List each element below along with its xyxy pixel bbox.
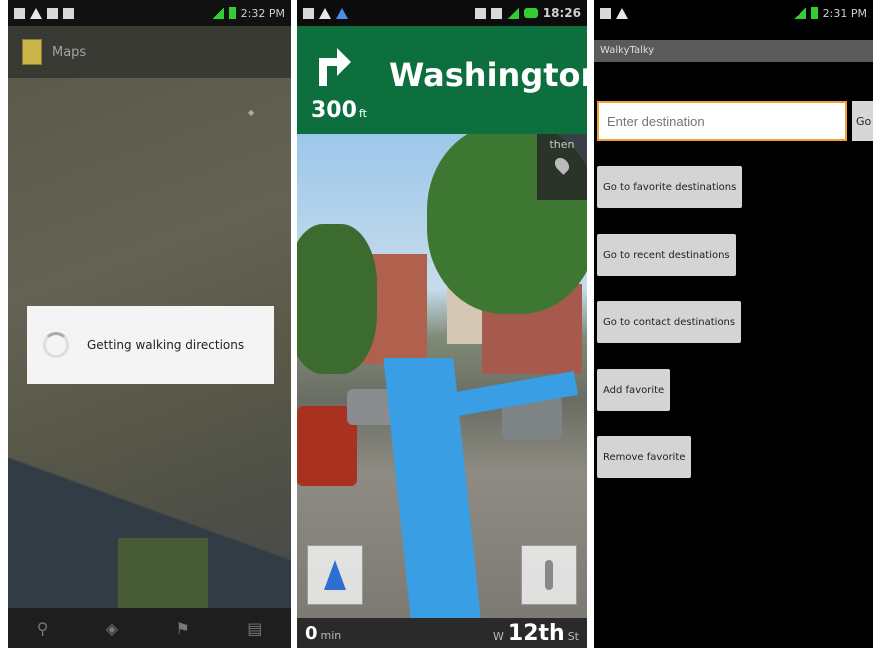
then-indicator: then [537,134,587,200]
directions-icon[interactable]: ◈ [106,619,118,638]
my-location-button[interactable] [307,545,363,605]
go-button[interactable]: Go [852,101,873,141]
remove-favorite-button[interactable]: Remove favorite [597,436,692,478]
warning-icon [30,7,42,19]
signal-icon [506,7,519,19]
turn-right-icon [319,48,351,86]
status-bar: 18:26 [297,0,587,26]
status-bar: 2:31 PM [594,0,873,26]
image-icon [303,7,314,19]
progress-message: Getting walking directions [87,338,245,352]
contact-destinations-button[interactable]: Go to contact destinations [597,301,742,343]
status-bar: 2:32 PM [8,0,291,26]
progress-dialog: Getting walking directions [27,306,274,384]
signal-icon [211,7,224,19]
status-time: 18:26 [542,6,581,20]
recent-destinations-button[interactable]: Go to recent destinations [597,234,736,276]
notification-icon [14,7,25,19]
places-icon[interactable]: ⚑ [175,619,189,638]
bluetooth-icon [474,7,486,19]
add-favorite-button[interactable]: Add favorite [597,369,671,411]
status-time: 2:31 PM [822,6,867,20]
battery-icon [228,7,236,19]
maps-app-icon[interactable] [22,39,42,65]
time-remaining: 0 min [305,622,342,644]
mail-icon [47,7,58,19]
layers-icon[interactable]: ▤ [247,619,262,638]
compass-button[interactable] [521,545,577,605]
bottom-toolbar: ⚲ ◈ ⚑ ▤ [8,608,291,648]
image-icon [63,7,74,19]
navigation-footer: 0 min W 12th St [297,618,587,648]
app-title: Maps [52,44,87,60]
navigation-status-icon [336,7,348,19]
warning-icon [616,7,628,19]
warning-icon [319,7,331,19]
next-street: W 12th St [493,620,579,646]
destination-input[interactable] [597,101,847,141]
battery-icon [523,8,538,18]
maps-screen: 2:32 PM Maps ◆ Getting walking direction… [8,0,291,648]
action-bar: Maps [8,26,291,78]
app-title-bar: WalkyTalky [594,40,873,62]
spinner-icon [43,332,69,358]
mail-icon [600,7,611,19]
maneuver-street: WashingtonSt [389,56,587,94]
search-icon[interactable]: ⚲ [37,619,49,638]
signal-icon [793,7,806,19]
favorite-destinations-button[interactable]: Go to favorite destinations [597,166,743,208]
sim-icon [490,7,502,19]
maneuver-distance: 300 ft [311,98,367,123]
walkytalky-screen: 2:31 PM WalkyTalky Go Go to favorite des… [594,0,873,648]
location-pin-icon[interactable]: ◆ [248,108,254,117]
status-time: 2:32 PM [240,6,285,20]
battery-icon [810,7,818,19]
compass-icon [545,560,553,590]
navigation-screen: 18:26 300ft WashingtonSt then 0min [297,0,587,648]
destination-pin-icon [552,155,572,175]
maneuver-header: 300ft WashingtonSt [297,26,587,134]
navigation-arrow-icon [324,560,346,590]
